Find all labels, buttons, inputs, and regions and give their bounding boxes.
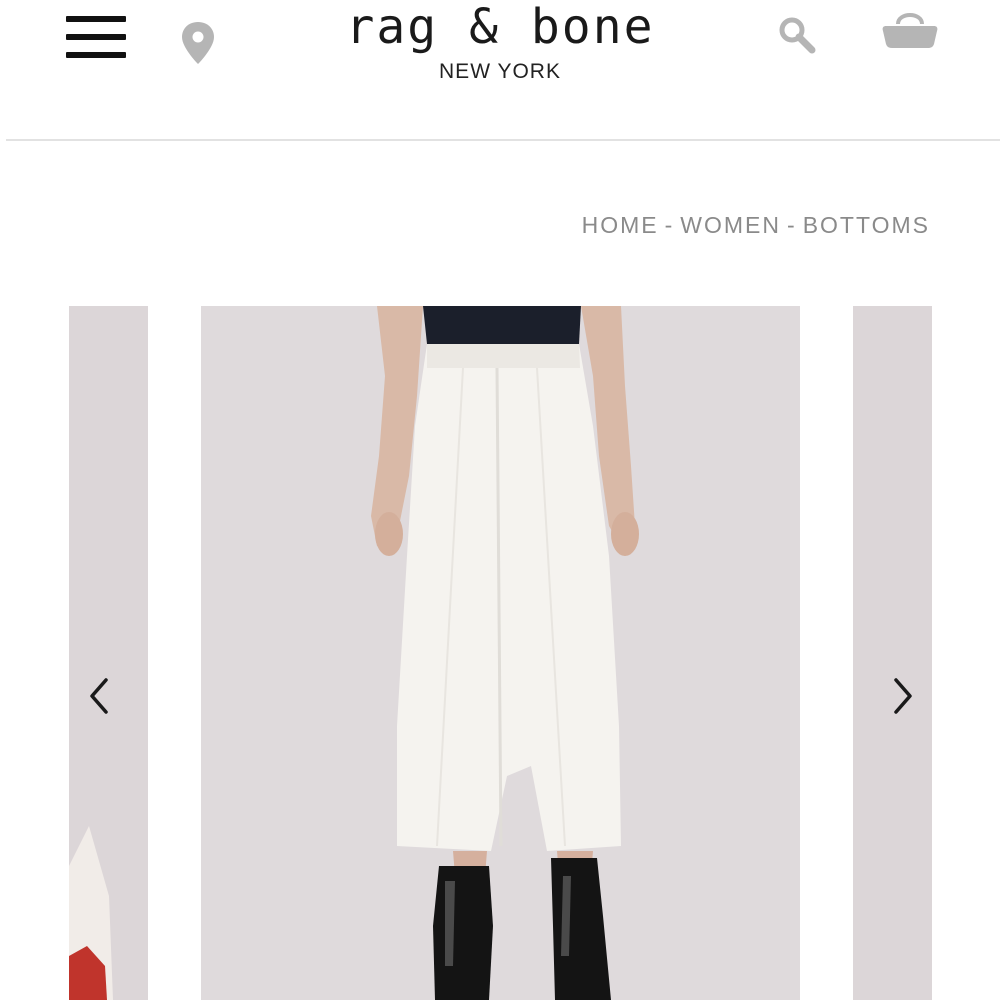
breadcrumb-separator: - xyxy=(664,212,675,238)
chevron-left-icon xyxy=(90,678,108,714)
menu-button[interactable] xyxy=(62,10,132,70)
brand-location: NEW YORK xyxy=(439,60,561,83)
header-divider xyxy=(6,139,1000,141)
carousel-prev-button[interactable] xyxy=(80,676,120,716)
breadcrumb-home[interactable]: HOME xyxy=(582,212,659,238)
main-product-image[interactable] xyxy=(201,306,800,1000)
brand-wordmark: rag & bone xyxy=(345,0,655,55)
search-button[interactable] xyxy=(776,14,818,56)
store-locator-button[interactable] xyxy=(178,20,218,68)
hamburger-menu-icon-bar xyxy=(66,34,126,40)
breadcrumb-women[interactable]: WOMEN xyxy=(680,212,781,238)
next-slide-image[interactable] xyxy=(853,306,932,1000)
hamburger-menu-icon xyxy=(66,16,126,22)
breadcrumb-separator: - xyxy=(787,212,797,238)
product-photo-white-wide-leg-culottes xyxy=(201,306,800,1000)
site-header: rag & bone NEW YORK xyxy=(0,0,1000,141)
carousel-next-button[interactable] xyxy=(882,676,922,716)
product-page: rag & bone NEW YORK HOME - WOMEN - BOTTOMS xyxy=(0,0,1000,1000)
brand-logo[interactable]: rag & bone NEW YORK xyxy=(300,0,700,100)
map-pin-icon xyxy=(182,22,214,64)
shopping-bag-icon xyxy=(882,13,938,48)
product-photo-partial-red-boot xyxy=(69,306,148,1000)
hamburger-menu-icon-bar xyxy=(66,52,126,58)
product-photo-partial xyxy=(853,306,932,1000)
breadcrumb: HOME - WOMEN - BOTTOMS xyxy=(582,212,930,239)
search-icon xyxy=(779,17,816,54)
product-image-carousel xyxy=(0,306,1000,1000)
breadcrumb-bottoms[interactable]: BOTTOMS xyxy=(803,212,930,238)
previous-slide-image[interactable] xyxy=(69,306,148,1000)
shopping-bag-button[interactable] xyxy=(880,4,940,54)
chevron-right-icon xyxy=(894,678,912,714)
